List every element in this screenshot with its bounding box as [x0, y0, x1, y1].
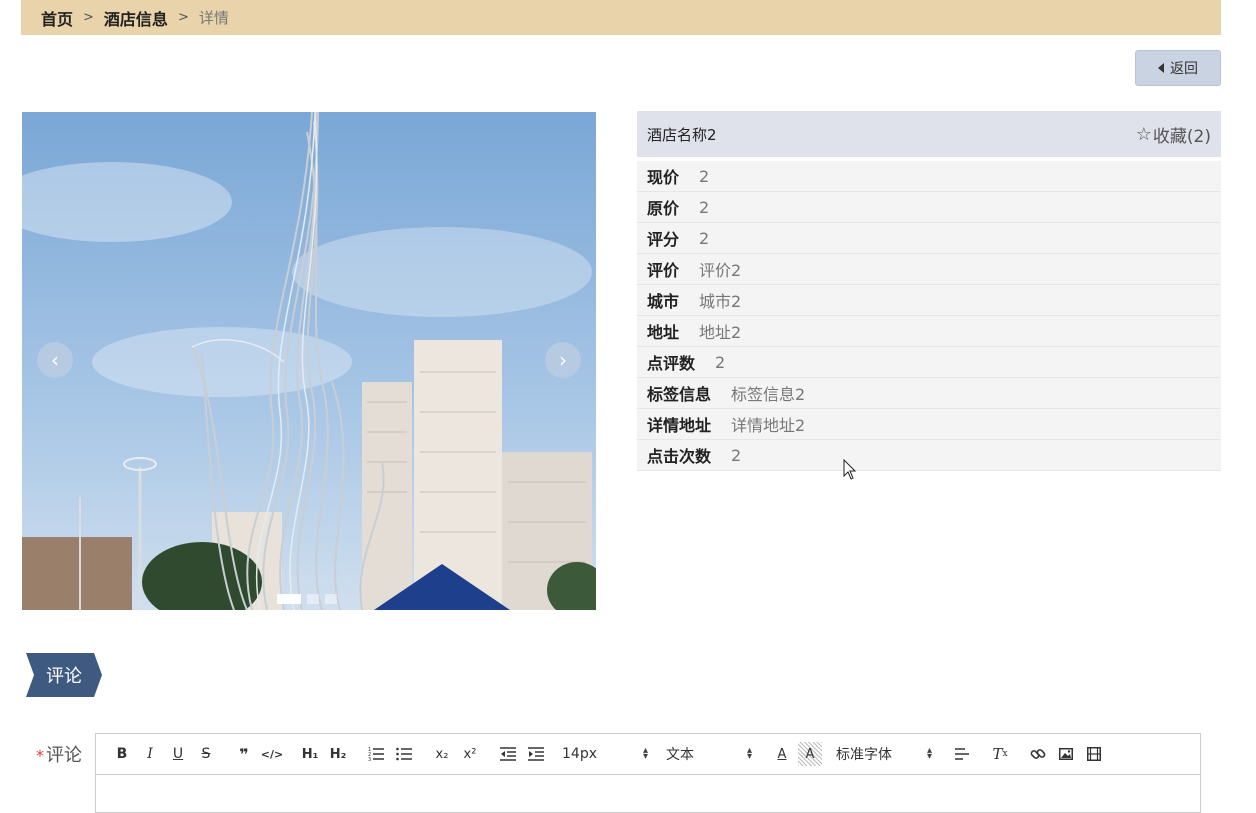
- field-row: 标签信息 标签信息2: [637, 378, 1221, 409]
- field-row: 点击次数 2: [637, 440, 1221, 471]
- field-row: 评价 评价2: [637, 254, 1221, 285]
- image-carousel[interactable]: ‹ ›: [22, 112, 596, 610]
- field-label: 点评数: [647, 354, 696, 373]
- carousel-image: [22, 112, 596, 610]
- favorite-label: 收藏(2): [1152, 126, 1211, 147]
- mouse-cursor-icon: [843, 459, 857, 480]
- code-block-icon[interactable]: </>: [260, 742, 284, 766]
- field-value: 详情地址2: [731, 416, 806, 435]
- field-row: 地址 地址2: [637, 316, 1221, 347]
- comments-section-title: 评论: [46, 666, 82, 687]
- carousel-indicators: [277, 594, 337, 604]
- field-row: 评分 2: [637, 223, 1221, 254]
- favorite-button[interactable]: ☆ 收藏(2): [1136, 122, 1211, 147]
- editor-toolbar: B I U S ❞ </> H₁ H₂ 123 x₂ x² 14px ▴ ▾ 文本…: [96, 734, 1200, 775]
- background-color-icon[interactable]: A: [798, 742, 822, 766]
- sort-arrows-icon: ▴ ▾: [642, 745, 648, 762]
- indent-icon[interactable]: [524, 742, 548, 766]
- blockquote-icon[interactable]: ❞: [232, 742, 256, 766]
- font-family-value: 标准字体: [836, 747, 892, 763]
- back-button[interactable]: 返回: [1135, 50, 1221, 86]
- sort-arrows-icon: ▴ ▾: [746, 745, 752, 762]
- hotel-info-header: 酒店名称2 ☆ 收藏(2): [637, 111, 1221, 157]
- back-button-label: 返回: [1170, 61, 1198, 77]
- field-row: 详情地址 详情地址2: [637, 409, 1221, 440]
- breadcrumb: 首页 > 酒店信息 > 详情: [21, 0, 1221, 35]
- font-size-picker[interactable]: 14px ▴ ▾: [562, 745, 648, 763]
- text-format-picker[interactable]: 文本 ▴ ▾: [666, 744, 752, 764]
- comment-editor[interactable]: B I U S ❞ </> H₁ H₂ 123 x₂ x² 14px ▴ ▾ 文本…: [95, 733, 1201, 813]
- carousel-indicator[interactable]: [325, 594, 337, 604]
- video-icon[interactable]: [1082, 742, 1106, 766]
- field-label: 城市: [647, 292, 680, 311]
- carousel-indicator[interactable]: [307, 594, 319, 604]
- bullet-list-icon[interactable]: [392, 742, 416, 766]
- clear-format-icon[interactable]: Tx: [988, 742, 1012, 766]
- field-value: 2: [699, 197, 710, 217]
- superscript-icon[interactable]: x²: [458, 742, 482, 766]
- underline-icon[interactable]: U: [166, 742, 190, 766]
- comment-label-text: 评论: [46, 745, 82, 766]
- required-mark: *: [36, 746, 44, 765]
- breadcrumb-separator: >: [83, 10, 94, 25]
- comment-field-label: * 评论: [36, 741, 82, 767]
- field-label: 评分: [647, 230, 680, 249]
- field-label: 评价: [647, 261, 680, 280]
- carousel-next-button[interactable]: ›: [545, 342, 581, 378]
- hotel-info-panel: 酒店名称2 ☆ 收藏(2) 现价 2 原价 2 评分 2 评价 评价2 城市 城市2 地址…: [637, 111, 1221, 471]
- font-color-icon[interactable]: A: [770, 742, 794, 766]
- bold-icon[interactable]: B: [110, 742, 134, 766]
- link-icon[interactable]: [1026, 742, 1050, 766]
- field-value: 2: [699, 228, 710, 248]
- breadcrumb-hotel-info[interactable]: 酒店信息: [104, 6, 168, 30]
- font-size-value: 14px: [562, 746, 597, 762]
- subscript-icon[interactable]: x₂: [430, 742, 454, 766]
- field-label: 标签信息: [647, 385, 712, 404]
- field-row: 城市 城市2: [637, 285, 1221, 316]
- field-label: 现价: [647, 168, 680, 187]
- strikethrough-icon[interactable]: S: [194, 742, 218, 766]
- caret-left-icon: [1158, 63, 1164, 73]
- field-value: 地址2: [699, 323, 742, 342]
- field-value: 2: [715, 352, 726, 372]
- field-value: 2: [731, 445, 742, 465]
- breadcrumb-home[interactable]: 首页: [41, 6, 73, 30]
- font-family-picker[interactable]: 标准字体 ▴ ▾: [836, 744, 932, 764]
- field-value: 城市2: [699, 292, 742, 311]
- star-icon: ☆: [1135, 123, 1152, 145]
- field-row: 原价 2: [637, 192, 1221, 223]
- text-format-value: 文本: [666, 747, 694, 763]
- hotel-field-list: 现价 2 原价 2 评分 2 评价 评价2 城市 城市2 地址 地址2 点评数 2 标签信息标…: [637, 161, 1221, 471]
- field-label: 点击次数: [647, 447, 712, 466]
- svg-text:3: 3: [368, 757, 371, 761]
- heading2-icon[interactable]: H₂: [326, 742, 350, 766]
- field-row: 现价 2: [637, 161, 1221, 192]
- image-icon[interactable]: [1054, 742, 1078, 766]
- field-value: 评价2: [699, 261, 742, 280]
- outdent-icon[interactable]: [496, 742, 520, 766]
- italic-icon[interactable]: I: [138, 742, 162, 766]
- field-value: 2: [699, 166, 710, 186]
- hotel-name: 酒店名称2: [647, 125, 717, 144]
- comments-section-tag: 评论: [26, 653, 102, 697]
- heading1-icon[interactable]: H₁: [298, 742, 322, 766]
- field-value: 标签信息2: [731, 385, 806, 404]
- field-row: 点评数 2: [637, 347, 1221, 378]
- carousel-prev-button[interactable]: ‹: [37, 342, 73, 378]
- align-left-icon[interactable]: [950, 742, 974, 766]
- breadcrumb-separator: >: [177, 10, 189, 25]
- breadcrumb-current: 详情: [198, 9, 229, 27]
- ordered-list-icon[interactable]: 123: [364, 742, 388, 766]
- carousel-indicator[interactable]: [277, 594, 301, 604]
- sort-arrows-icon: ▴ ▾: [926, 745, 932, 762]
- field-label: 地址: [647, 323, 680, 342]
- field-label: 原价: [647, 199, 680, 218]
- field-label: 详情地址: [647, 416, 712, 435]
